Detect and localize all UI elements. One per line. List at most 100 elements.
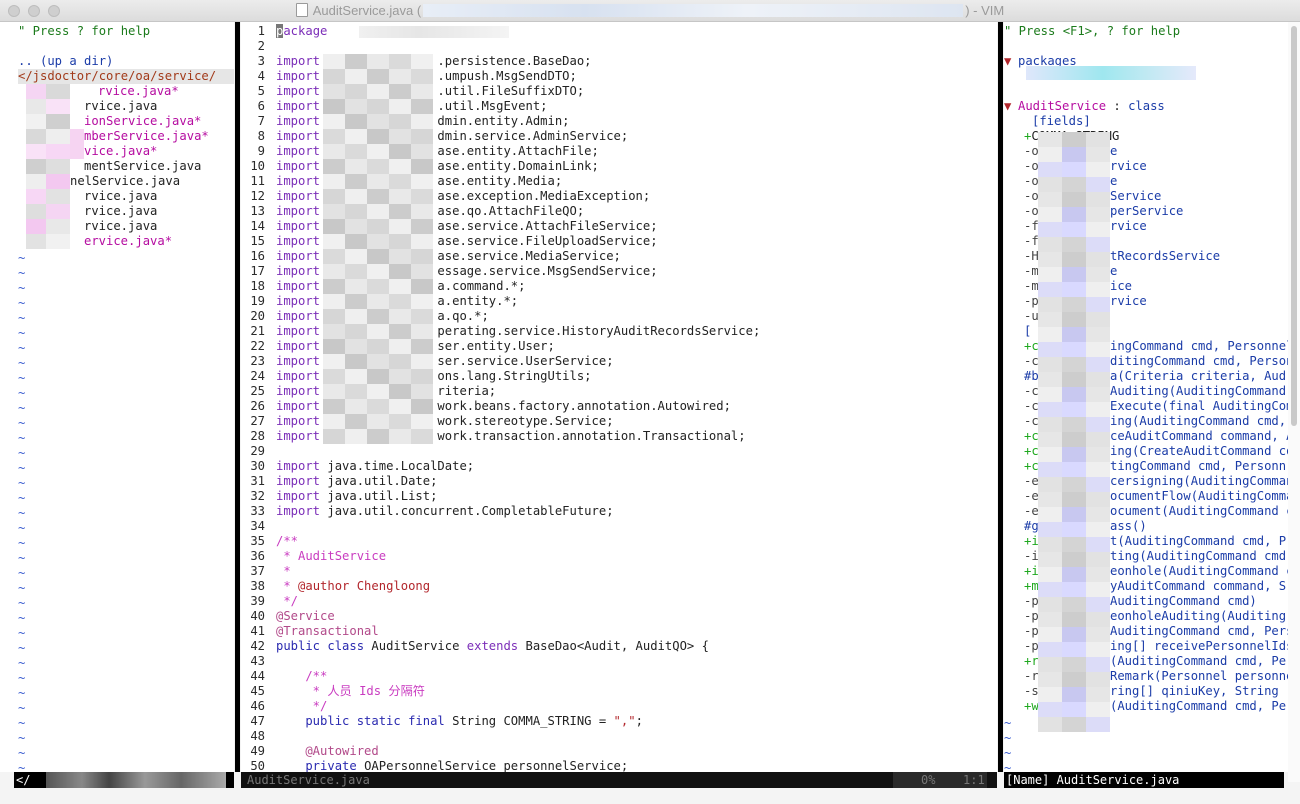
code-token: import xyxy=(276,459,321,473)
tagbar-tag[interactable]: +i eonhole(AuditingCommand c xyxy=(1024,564,1288,579)
code-token: import xyxy=(276,489,321,503)
file-tree-item[interactable]: rvice.java xyxy=(84,204,157,219)
tagbar-tag[interactable]: -m e xyxy=(1024,264,1117,279)
tagbar-fields-label[interactable]: [fields] xyxy=(1032,114,1091,129)
tagbar-tag[interactable]: -o perService xyxy=(1024,204,1183,219)
up-dir-link[interactable]: .. (up a dir) xyxy=(18,54,113,69)
tagbar-tag[interactable]: -p eonholeAuditing(Auditing xyxy=(1024,609,1286,624)
editor-pane[interactable]: 1 package 2 3 import .persistence.BaseDao; 4 i… xyxy=(241,22,997,772)
tagbar-tag[interactable]: #b a(Criteria criteria, Aud xyxy=(1024,369,1286,384)
left-status-text: </ xyxy=(16,773,31,787)
tagbar-tag[interactable]: -p ing[] receivePersonnelIds xyxy=(1024,639,1288,654)
tagbar-tag[interactable]: -e cersigning(AuditingComman xyxy=(1024,474,1288,489)
redacted-block xyxy=(323,84,345,99)
tagbar-tag[interactable]: -o rvice xyxy=(1024,159,1147,174)
tagbar-tag[interactable]: +c ing(CreateAuditCommand co xyxy=(1024,444,1288,459)
tagbar-tag[interactable]: +c ceAuditCommand command, A xyxy=(1024,429,1288,444)
file-tree-item[interactable]: rvice.java xyxy=(84,189,157,204)
tagbar-tag[interactable]: -p AuditingCommand cmd) xyxy=(1024,594,1257,609)
tagbar-tag[interactable]: -f rvice xyxy=(1024,219,1147,234)
redacted-block xyxy=(323,54,345,69)
tagbar-tag[interactable]: -r Remark(Personnel personne xyxy=(1024,669,1288,684)
tagbar-tag[interactable]: -u xyxy=(1024,309,1039,324)
code-token: /** xyxy=(276,669,328,683)
tagbar-tag[interactable]: +c tingCommand cmd, Personn xyxy=(1024,459,1286,474)
tagbar-tag[interactable]: +w (AuditingCommand cmd, Per xyxy=(1024,699,1288,714)
tagbar-tag[interactable]: [ xyxy=(1024,324,1031,339)
line-number: 13 xyxy=(250,204,265,218)
visibility-marker: -p xyxy=(1024,639,1039,653)
tagbar-tag[interactable]: -c Execute(final AuditingCom xyxy=(1024,399,1288,414)
tagbar-tag[interactable]: #g ass() xyxy=(1024,519,1147,534)
line-number: 43 xyxy=(250,654,265,668)
code-line: 30 import java.time.LocalDate; xyxy=(241,459,474,474)
tagbar-tag[interactable]: -c ing(AuditingCommand cmd, xyxy=(1024,414,1286,429)
tagbar-tag[interactable]: -i ting(AuditingCommand cmd xyxy=(1024,549,1286,564)
file-tree-pane[interactable]: " Press ? for help .. (up a dir) </jsdocto… xyxy=(0,22,234,772)
tagbar-tag[interactable]: -p AuditingCommand cmd, Pers xyxy=(1024,624,1288,639)
empty-line-tilde: ~ xyxy=(18,266,26,280)
current-dir[interactable]: </jsdoctor/core/oa/service/ xyxy=(18,69,234,84)
redacted-block xyxy=(1038,447,1062,462)
file-tree-item[interactable]: rvice.java xyxy=(84,219,157,234)
redacted-block xyxy=(345,249,367,264)
right-scrollbar[interactable] xyxy=(1288,22,1300,782)
title-file: AuditService.java xyxy=(312,3,414,18)
redacted-block xyxy=(389,384,411,399)
tagbar-tag[interactable]: -e ocument(AuditingCommand c xyxy=(1024,504,1288,519)
visibility-marker: -c xyxy=(1024,414,1039,428)
visibility-marker: -p xyxy=(1024,624,1039,638)
file-tree-item[interactable]: :NumberService.java* xyxy=(62,129,209,144)
tagbar-tag[interactable]: -f xyxy=(1024,234,1039,249)
tagbar-tag[interactable]: +c ingCommand cmd, Personnel xyxy=(1024,339,1288,354)
tagbar-tag-name: ting(AuditingCommand cmd xyxy=(1110,549,1287,563)
line-number: 7 xyxy=(257,114,265,128)
file-tree-item[interactable]: ervice.java* xyxy=(84,234,172,249)
redacted-block xyxy=(389,69,411,84)
tagbar-tag[interactable]: -e ocumentFlow(AuditingComma xyxy=(1024,489,1288,504)
file-tree-item[interactable]: vice.java* xyxy=(84,144,157,159)
tagbar-tag[interactable]: -p rvice xyxy=(1024,294,1147,309)
redacted-block xyxy=(411,219,433,234)
redacted-block xyxy=(1038,192,1062,207)
file-tree-item[interactable]: rvice.java xyxy=(84,99,157,114)
redacted-block xyxy=(1086,372,1110,387)
tagbar-tag[interactable]: -c ditingCommand cmd, Person xyxy=(1024,354,1288,369)
tagbar-tag[interactable]: -H tRecordsService xyxy=(1024,249,1220,264)
code-token: package xyxy=(276,24,327,38)
right-scroll-thumb[interactable] xyxy=(1291,26,1297,426)
line-number: 16 xyxy=(250,249,265,263)
file-tree-item[interactable]: ionService.java* xyxy=(84,114,201,129)
right-split-bar[interactable] xyxy=(998,22,1003,772)
redacted-block xyxy=(1086,222,1110,237)
tagbar-pane[interactable]: " Press <F1>, ? for help ▼ packages ▼ AuditS… xyxy=(1004,22,1288,772)
code-token: import xyxy=(276,309,321,323)
tagbar-tag[interactable]: +i t(AuditingCommand cmd, P xyxy=(1024,534,1286,549)
empty-line-tilde: ~ xyxy=(18,611,26,625)
code-token: import xyxy=(276,384,321,398)
file-tree-item[interactable]: rvice.java* xyxy=(98,84,179,99)
tagbar-tag[interactable]: -o e xyxy=(1024,144,1117,159)
redacted-block xyxy=(389,339,411,354)
redacted-block xyxy=(1038,687,1062,702)
tagbar-class-row[interactable]: AuditService : class xyxy=(1018,99,1165,114)
code-token: import xyxy=(276,414,321,428)
redacted-block xyxy=(1086,447,1110,462)
redacted-block xyxy=(411,384,433,399)
visibility-marker: -p xyxy=(1024,594,1039,608)
redacted-block xyxy=(1038,597,1062,612)
redacted-block xyxy=(1086,312,1110,327)
redacted-block xyxy=(345,369,367,384)
tagbar-tag[interactable]: +r (AuditingCommand cmd, Per xyxy=(1024,654,1288,669)
tagbar-tag[interactable]: -o Service xyxy=(1024,189,1161,204)
command-line[interactable] xyxy=(0,788,1300,804)
tagbar-tag[interactable]: -o e xyxy=(1024,174,1117,189)
file-tree-item[interactable]: mentService.java xyxy=(84,159,201,174)
tagbar-tag[interactable]: -s ring[] qiniuKey, String xyxy=(1024,684,1279,699)
tagbar-tag[interactable]: -c Auditing(AuditingCommand xyxy=(1024,384,1286,399)
code-token: @Transactional xyxy=(276,624,379,638)
tagbar-tag[interactable]: +m yAuditCommand command, S xyxy=(1024,579,1286,594)
file-tree-item[interactable]: nelService.java xyxy=(70,174,180,189)
tagbar-tag[interactable]: -m ice xyxy=(1024,279,1132,294)
left-split-bar[interactable] xyxy=(235,22,240,772)
